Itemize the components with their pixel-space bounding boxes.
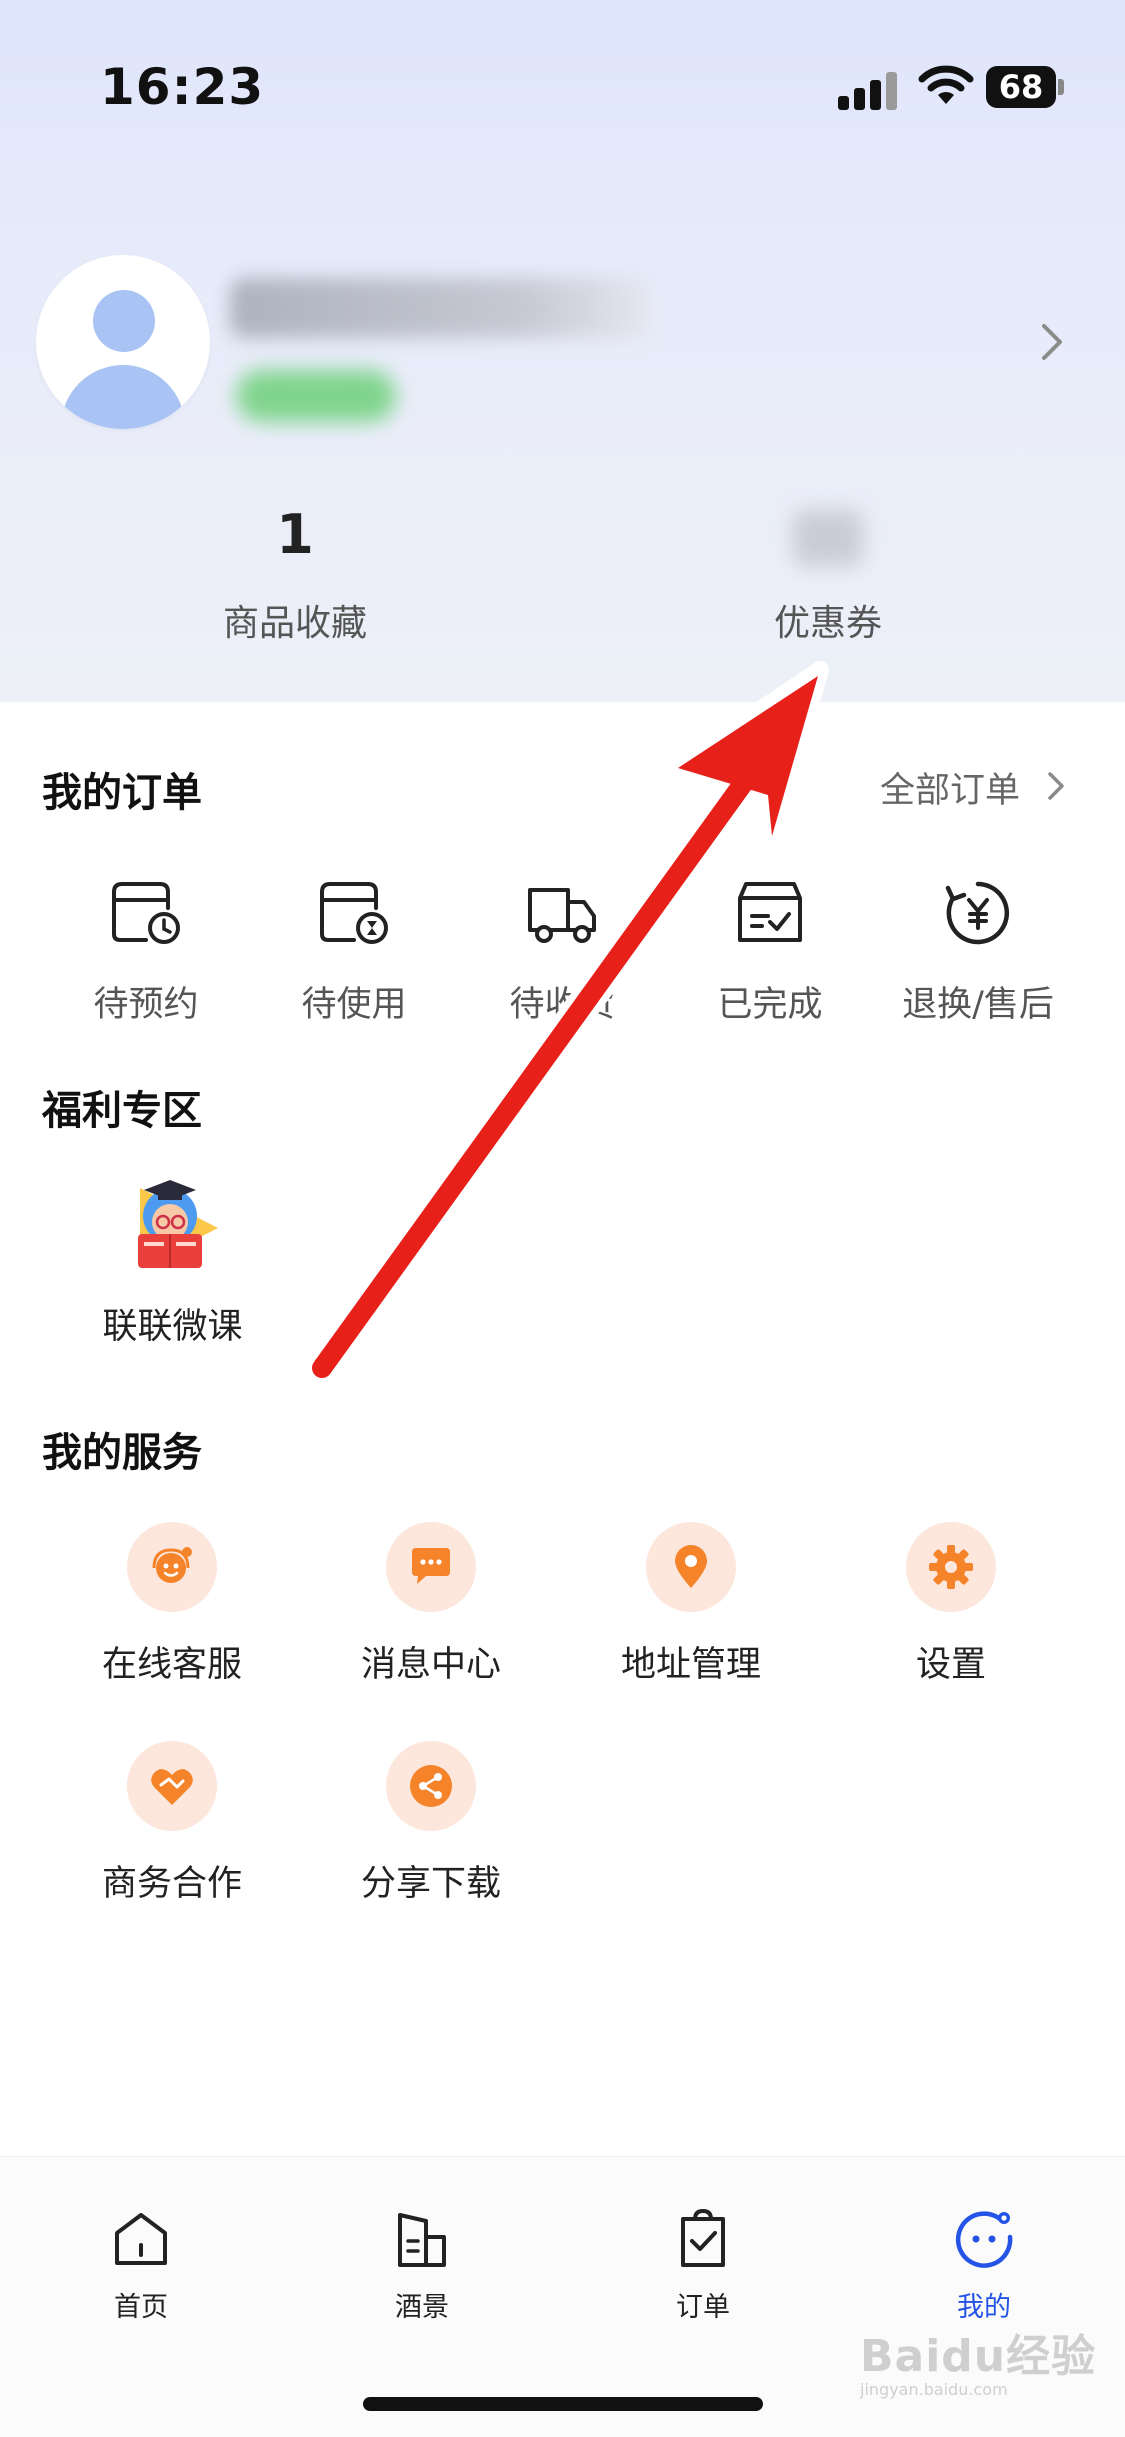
service-settings[interactable]: 设置 xyxy=(841,1522,1061,1687)
service-share-download-label: 分享下载 xyxy=(360,1864,501,1904)
stat-favorites-value: 1 xyxy=(276,503,314,566)
tab-mine-label: 我的 xyxy=(957,2292,1011,2323)
order-completed[interactable]: 已完成 xyxy=(665,878,875,1027)
order-pending-receipt[interactable]: 待收货 xyxy=(457,878,667,1027)
order-pending-booking-label: 待预约 xyxy=(93,985,199,1025)
all-orders-link[interactable]: 全部订单 xyxy=(880,762,1020,813)
service-share-download[interactable]: 分享下载 xyxy=(321,1741,541,1906)
stat-coupons-value xyxy=(668,500,988,570)
service-business-cooperation-label: 商务合作 xyxy=(101,1864,242,1904)
tab-home[interactable]: 首页 xyxy=(56,2207,226,2324)
handshake-heart-icon xyxy=(151,1769,193,1805)
status-time: 16:23 xyxy=(100,58,265,116)
order-pending-booking[interactable]: 待预约 xyxy=(41,878,251,1027)
share-icon xyxy=(410,1765,452,1807)
tab-home-label: 首页 xyxy=(114,2292,168,2323)
avatar[interactable] xyxy=(36,255,210,429)
stat-favorites[interactable]: 1 商品收藏 xyxy=(135,500,455,646)
truck-icon xyxy=(528,888,596,943)
order-pending-receipt-label: 待收货 xyxy=(509,985,615,1025)
chevron-right-icon[interactable] xyxy=(1038,322,1066,362)
home-icon xyxy=(115,2213,167,2265)
location-pin-icon xyxy=(675,1545,707,1588)
watermark-text: Baidu经验 xyxy=(860,2331,1097,2382)
hotel-building-icon xyxy=(398,2213,446,2267)
cellular-signal-icon xyxy=(838,70,898,110)
service-online-support[interactable]: 在线客服 xyxy=(62,1522,282,1687)
tab-orders-label: 订单 xyxy=(676,2292,730,2323)
chevron-right-icon[interactable] xyxy=(1046,771,1066,801)
refund-yuan-icon xyxy=(945,881,1010,945)
order-refund-aftersale[interactable]: 退换/售后 xyxy=(873,878,1083,1027)
order-completed-label: 已完成 xyxy=(717,985,823,1025)
member-badge-blurred xyxy=(236,370,396,422)
clipboard-check-icon xyxy=(681,2208,725,2267)
service-message-center-label: 消息中心 xyxy=(360,1645,501,1685)
order-pending-use-label: 待使用 xyxy=(301,985,407,1025)
orders-section-title: 我的订单 xyxy=(42,770,202,816)
tab-orders[interactable]: 订单 xyxy=(618,2207,788,2324)
calendar-hourglass-icon xyxy=(320,882,388,944)
box-check-icon xyxy=(738,882,802,942)
service-online-support-label: 在线客服 xyxy=(101,1645,242,1685)
welfare-item-micro-course[interactable]: 联联微课 xyxy=(95,1168,250,1349)
service-message-center[interactable]: 消息中心 xyxy=(321,1522,541,1687)
battery-icon: 68 xyxy=(986,66,1064,108)
service-business-cooperation[interactable]: 商务合作 xyxy=(62,1741,282,1906)
baidu-watermark: Baidu经验 jingyan.baidu.com xyxy=(860,2320,1110,2410)
tab-mine[interactable]: 我的 xyxy=(899,2207,1069,2324)
graduate-mascot-icon xyxy=(118,1168,228,1278)
battery-level: 68 xyxy=(986,66,1056,108)
home-indicator xyxy=(363,2397,763,2411)
gear-icon xyxy=(929,1545,973,1589)
tab-hotel-scenic-label: 酒景 xyxy=(395,2292,449,2323)
tab-hotel-scenic[interactable]: 酒景 xyxy=(337,2207,507,2324)
order-pending-use[interactable]: 待使用 xyxy=(249,878,459,1027)
service-address-management-label: 地址管理 xyxy=(620,1645,761,1685)
stat-coupons[interactable]: 优惠券 xyxy=(668,500,988,646)
service-settings-label: 设置 xyxy=(915,1645,986,1685)
service-address-management[interactable]: 地址管理 xyxy=(581,1522,801,1687)
status-bar: 16:23 68 xyxy=(0,0,1125,150)
stat-coupons-label: 优惠券 xyxy=(773,603,882,644)
services-section-title: 我的服务 xyxy=(42,1430,202,1476)
calendar-clock-icon xyxy=(112,882,180,944)
stat-favorites-label: 商品收藏 xyxy=(222,603,367,644)
chat-bubble-icon xyxy=(412,1548,450,1584)
coupon-count-blurred xyxy=(793,510,863,567)
welfare-section-title: 福利专区 xyxy=(42,1088,202,1134)
smiley-face-icon xyxy=(955,2211,1013,2268)
headset-agent-icon xyxy=(152,1547,192,1583)
wifi-icon xyxy=(918,65,974,104)
username-blurred[interactable] xyxy=(230,278,650,338)
welfare-item-label: 联联微课 xyxy=(102,1307,243,1347)
order-refund-aftersale-label: 退换/售后 xyxy=(902,985,1054,1025)
